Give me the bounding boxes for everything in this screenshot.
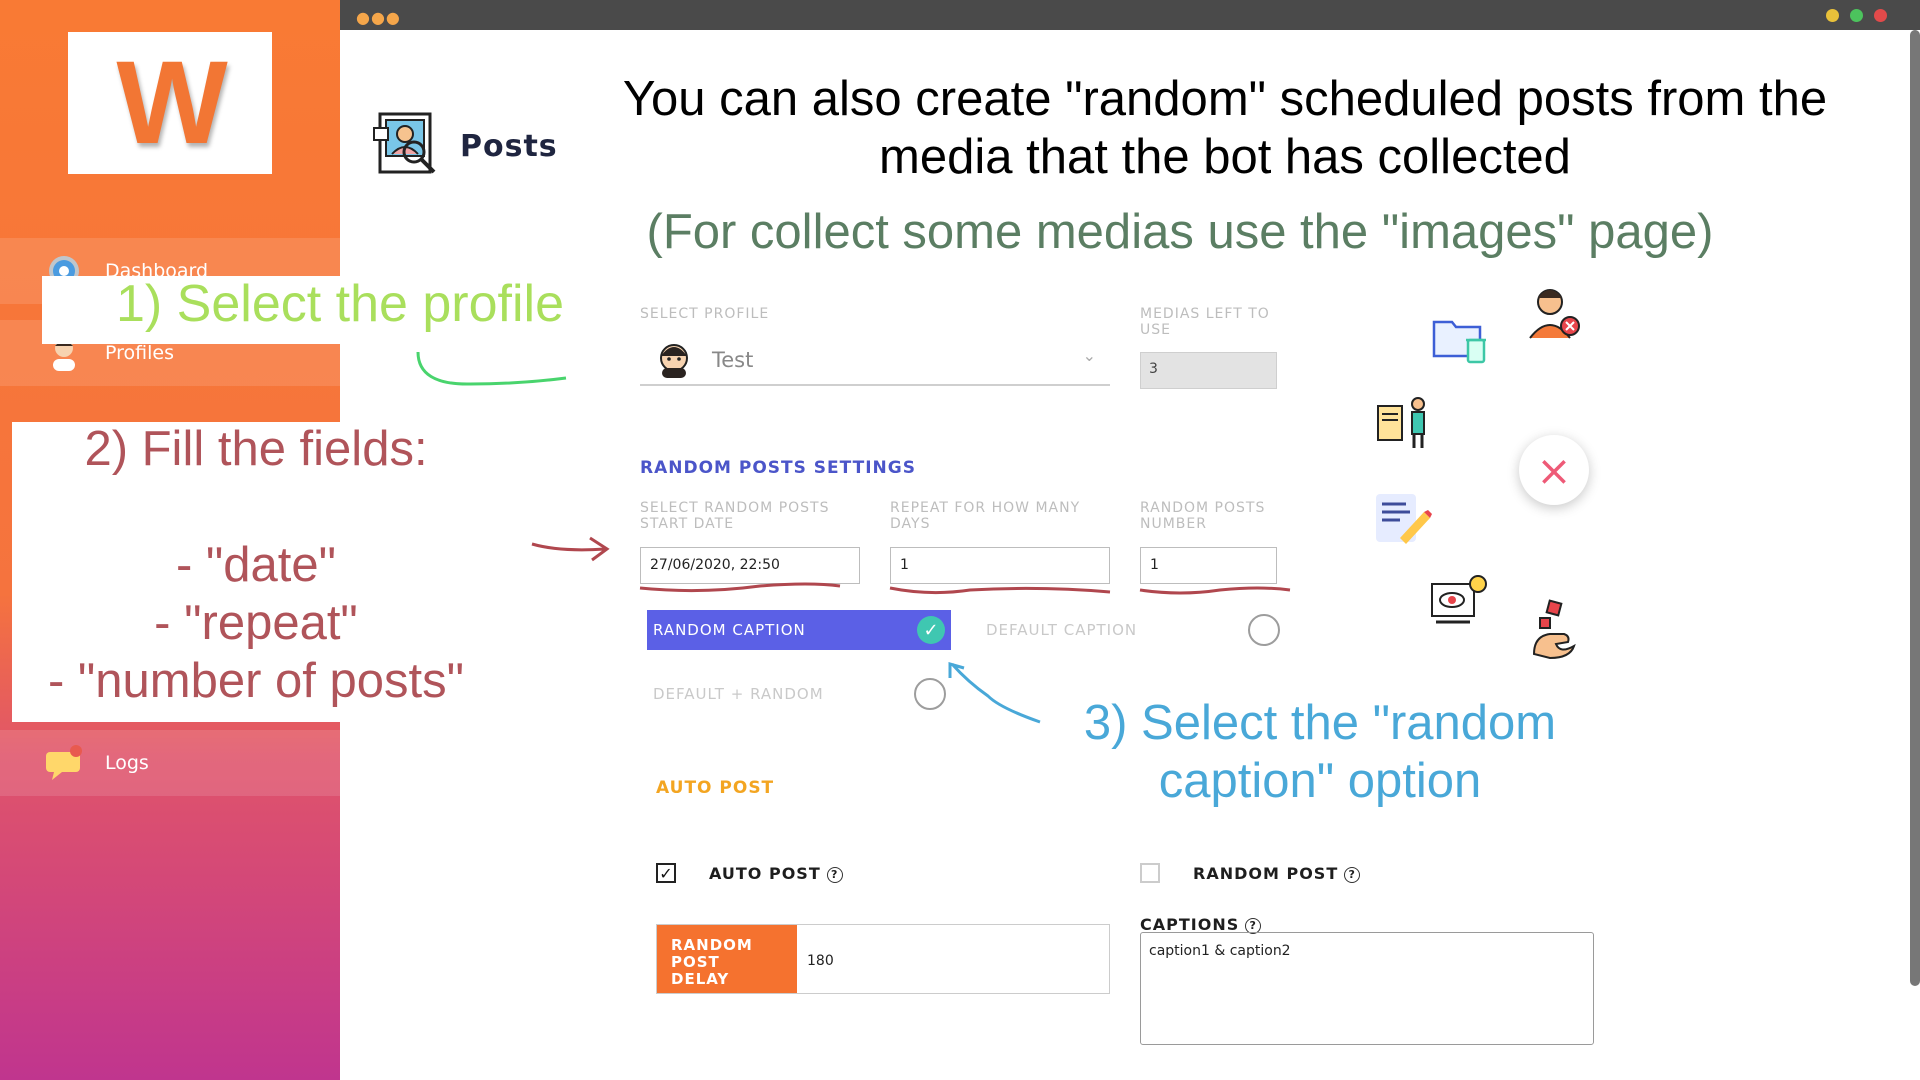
blue-arrow-mark	[948, 662, 1041, 724]
green-underline-mark	[416, 351, 567, 386]
red-underline-repeat	[889, 586, 1111, 595]
red-underline-date	[639, 582, 841, 593]
red-arrow-mark	[531, 536, 610, 562]
red-underline-number	[1139, 586, 1291, 595]
app-window: W Dashboard Profiles Logs ●●● Posts You …	[0, 0, 1920, 1080]
annotation-marks	[416, 351, 1291, 724]
